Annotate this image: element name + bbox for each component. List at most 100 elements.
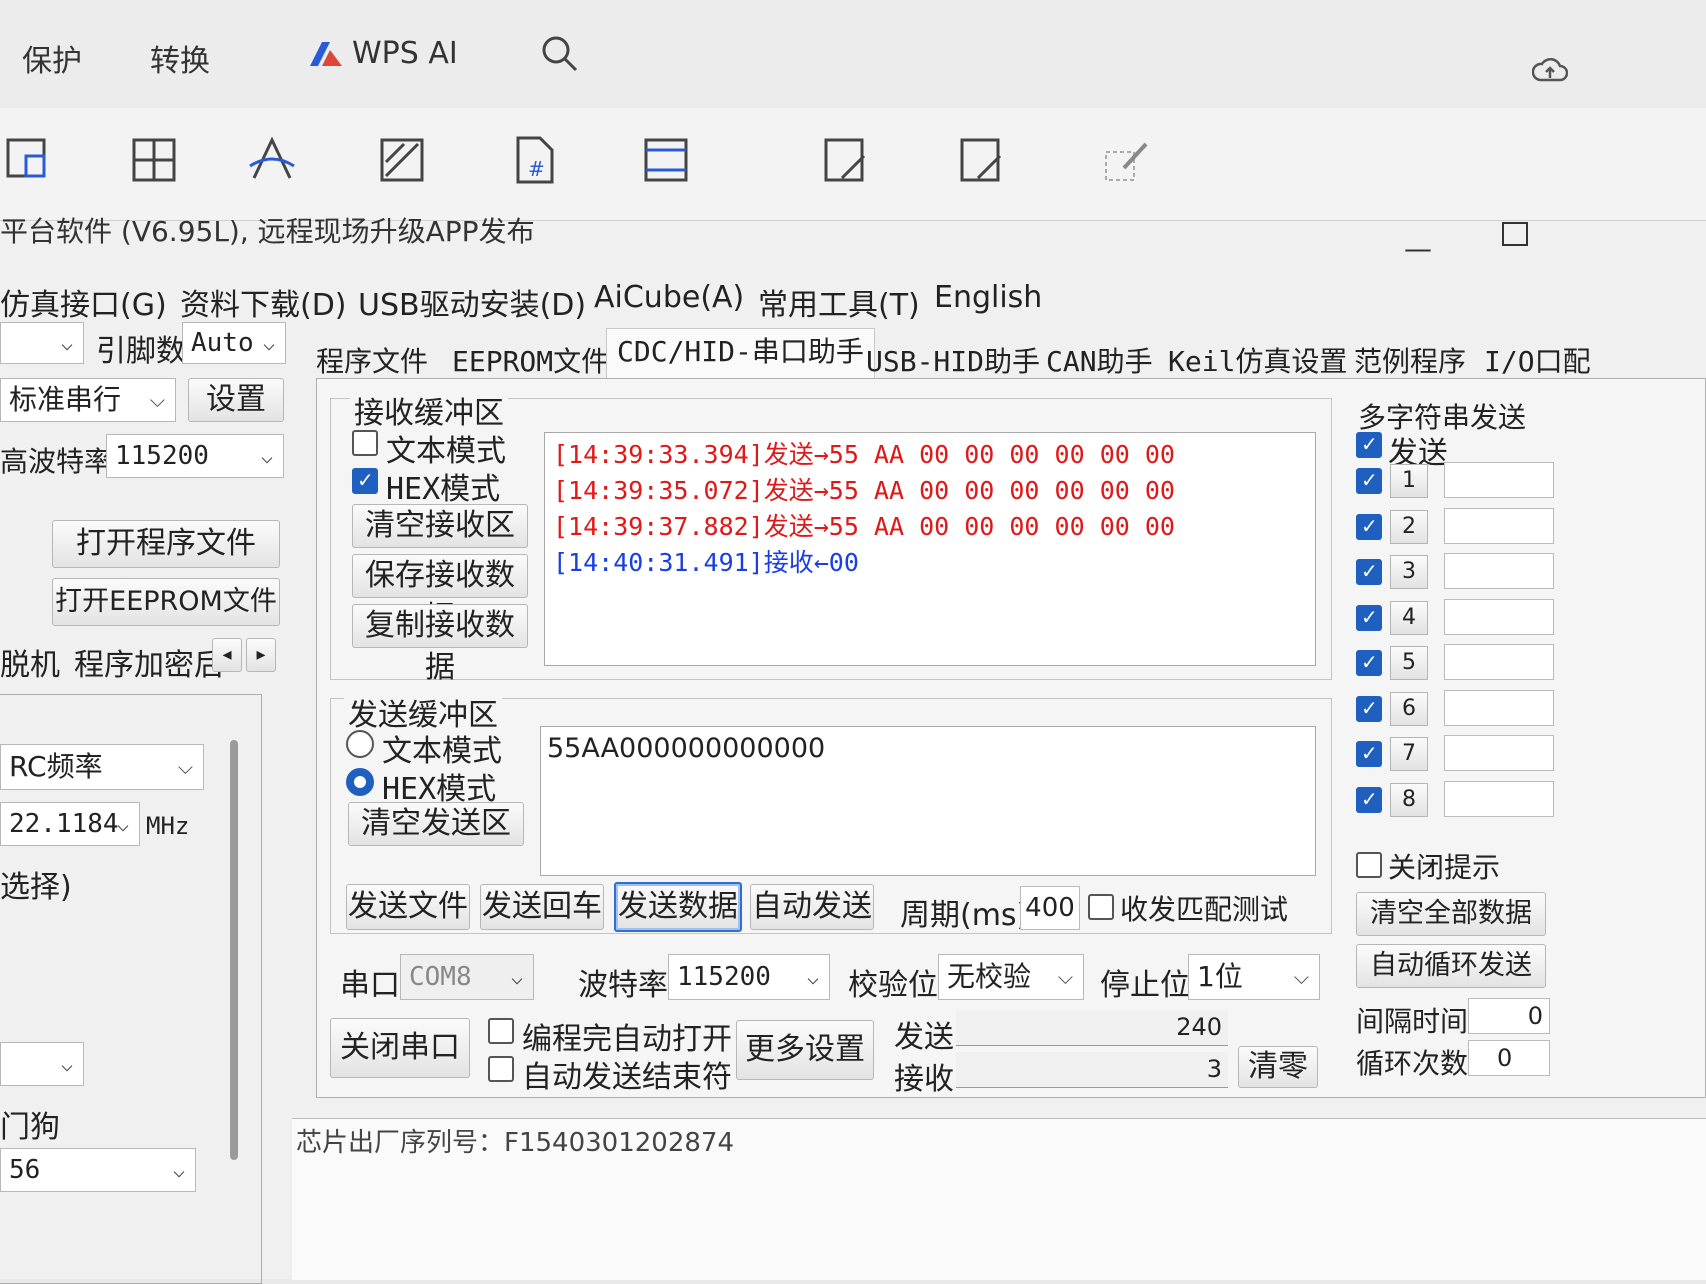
multi-send-input[interactable]: [1444, 644, 1554, 680]
table-grid-icon[interactable]: [128, 134, 180, 186]
multi-send-checkbox[interactable]: [1356, 604, 1382, 631]
menu-emulator[interactable]: 仿真接口(G): [0, 280, 167, 324]
auto-loop-send-button[interactable]: 自动循环发送: [1356, 944, 1546, 988]
wps-menu-ai[interactable]: WPS AI: [352, 36, 458, 71]
menu-usb-driver[interactable]: USB驱动安装(D): [358, 280, 586, 324]
open-eeprom-button[interactable]: 打开EEPROM文件: [52, 578, 280, 626]
frame-icon[interactable]: [640, 134, 692, 186]
tab-eeprom-file[interactable]: EEPROM文件: [452, 340, 609, 380]
stop-bits-select[interactable]: 1位 ⌵: [1188, 954, 1320, 1000]
parity-select[interactable]: 无校验 ⌵: [938, 954, 1084, 1000]
menu-download[interactable]: 资料下载(D): [180, 280, 347, 324]
recv-hex-mode-checkbox[interactable]: [352, 468, 378, 494]
minimize-button[interactable]: —: [1404, 232, 1432, 265]
period-input[interactable]: 400: [1020, 886, 1080, 930]
wps-menu-convert[interactable]: 转换: [150, 36, 210, 80]
pen-icon[interactable]: [1100, 134, 1152, 186]
menu-tools[interactable]: 常用工具(T): [758, 280, 920, 324]
multi-send-input[interactable]: [1444, 507, 1554, 544]
loop-count-input[interactable]: 0: [1468, 1040, 1550, 1076]
auto-open-checkbox[interactable]: [488, 1018, 514, 1044]
clear-receive-button[interactable]: 清空接收区: [352, 504, 528, 548]
multi-send-button[interactable]: 3: [1390, 555, 1428, 589]
multi-send-button[interactable]: 5: [1390, 646, 1428, 680]
tab-usb-hid[interactable]: USB-HID助手: [866, 340, 1040, 380]
multi-send-checkbox[interactable]: [1356, 468, 1382, 494]
multi-send-button[interactable]: 8: [1390, 782, 1428, 817]
clear-count-button[interactable]: 清零: [1238, 1046, 1318, 1088]
tab-can[interactable]: CAN助手: [1046, 340, 1153, 380]
pin-count-select[interactable]: Auto ⌵: [182, 322, 286, 364]
option-select[interactable]: ⌵: [0, 1042, 84, 1086]
multi-send-all-checkbox[interactable]: [1356, 432, 1382, 458]
menu-english[interactable]: English: [934, 280, 1042, 315]
receive-textarea[interactable]: [14:39:33.394]发送→55 AA 00 00 00 00 00 00…: [544, 432, 1316, 666]
send-file-button[interactable]: 发送文件: [346, 884, 470, 930]
bottom-select[interactable]: 56 ⌵: [0, 1148, 196, 1192]
multi-send-button[interactable]: 6: [1390, 691, 1428, 726]
scroll-left-button[interactable]: ◂: [212, 638, 242, 672]
scroll-right-button[interactable]: ▸: [246, 638, 276, 672]
multi-send-button[interactable]: 1: [1390, 464, 1428, 498]
crop-icon[interactable]: [4, 134, 56, 186]
multi-send-input[interactable]: [1444, 735, 1554, 771]
search-icon[interactable]: [540, 34, 580, 78]
close-tip-checkbox[interactable]: [1356, 852, 1382, 878]
rc-freq-select[interactable]: RC频率 ⌵: [0, 744, 204, 790]
wps-menu-protect[interactable]: 保护: [22, 36, 82, 80]
multi-send-input[interactable]: [1444, 553, 1554, 589]
multi-send-button[interactable]: 2: [1390, 509, 1428, 544]
edit-sign-icon[interactable]: [820, 134, 872, 186]
tab-program-file[interactable]: 程序文件: [316, 340, 428, 380]
mcu-select[interactable]: ⌵: [0, 322, 84, 364]
auto-end-checkbox[interactable]: [488, 1056, 514, 1082]
tab-serial-assistant[interactable]: CDC/HID-串口助手: [606, 328, 875, 381]
tab-examples[interactable]: 范例程序: [1354, 340, 1466, 380]
signature-icon[interactable]: [956, 134, 1008, 186]
recv-text-mode-checkbox[interactable]: [352, 430, 378, 456]
clear-send-button[interactable]: 清空发送区: [348, 802, 524, 846]
auto-send-button[interactable]: 自动发送: [750, 884, 874, 930]
multi-send-button[interactable]: 4: [1390, 600, 1428, 635]
multi-send-input[interactable]: [1444, 689, 1554, 726]
text-style-icon[interactable]: [246, 134, 298, 186]
menu-aicube[interactable]: AiCube(A): [594, 280, 744, 315]
multi-send-input[interactable]: [1444, 462, 1554, 498]
copy-receive-button[interactable]: 复制接收数据: [352, 604, 528, 685]
maximize-button[interactable]: [1502, 222, 1528, 246]
multi-send-button[interactable]: 7: [1390, 737, 1428, 771]
multi-send-checkbox[interactable]: [1356, 695, 1382, 722]
send-textarea[interactable]: 55AA000000000000: [540, 726, 1316, 876]
baud-select[interactable]: 115200 ⌵: [668, 954, 830, 1000]
left-scrollbar[interactable]: [230, 740, 238, 1160]
multi-send-checkbox[interactable]: [1356, 559, 1382, 585]
interval-input[interactable]: 0: [1468, 998, 1550, 1034]
send-data-button[interactable]: 发送数据: [614, 882, 742, 932]
multi-send-checkbox[interactable]: [1356, 650, 1382, 676]
page-number-icon[interactable]: #: [508, 134, 560, 186]
multi-send-input[interactable]: [1444, 598, 1554, 635]
match-test-checkbox[interactable]: [1088, 894, 1114, 920]
send-hex-mode-radio[interactable]: [346, 768, 374, 796]
freq-unit-label: MHz: [146, 812, 190, 840]
multi-send-checkbox[interactable]: [1356, 513, 1382, 540]
clear-all-data-button[interactable]: 清空全部数据: [1356, 892, 1546, 936]
tab-keil[interactable]: Keil仿真设置: [1168, 340, 1347, 380]
send-text-mode-radio[interactable]: [346, 730, 374, 758]
port-select[interactable]: COM8 ⌵: [400, 954, 534, 1000]
multi-send-checkbox[interactable]: [1356, 741, 1382, 767]
fill-icon[interactable]: [376, 134, 428, 186]
save-receive-button[interactable]: 保存接收数据: [352, 554, 528, 635]
settings-button[interactable]: 设置: [188, 378, 284, 422]
open-program-button[interactable]: 打开程序文件: [52, 520, 280, 568]
serial-type-select[interactable]: 标准串行 ⌵: [0, 378, 176, 422]
cloud-upload-icon[interactable]: [1531, 54, 1569, 88]
close-port-button[interactable]: 关闭串口: [330, 1018, 470, 1078]
multi-send-checkbox[interactable]: [1356, 786, 1382, 813]
send-enter-button[interactable]: 发送回车: [480, 884, 604, 930]
freq-value-select[interactable]: 22.1184 ⌵: [0, 802, 140, 846]
tab-io-config[interactable]: I/O口配: [1484, 340, 1591, 380]
baud-select-left[interactable]: 115200 ⌵: [106, 434, 284, 478]
more-settings-button[interactable]: 更多设置: [736, 1020, 874, 1080]
multi-send-input[interactable]: [1444, 780, 1554, 817]
